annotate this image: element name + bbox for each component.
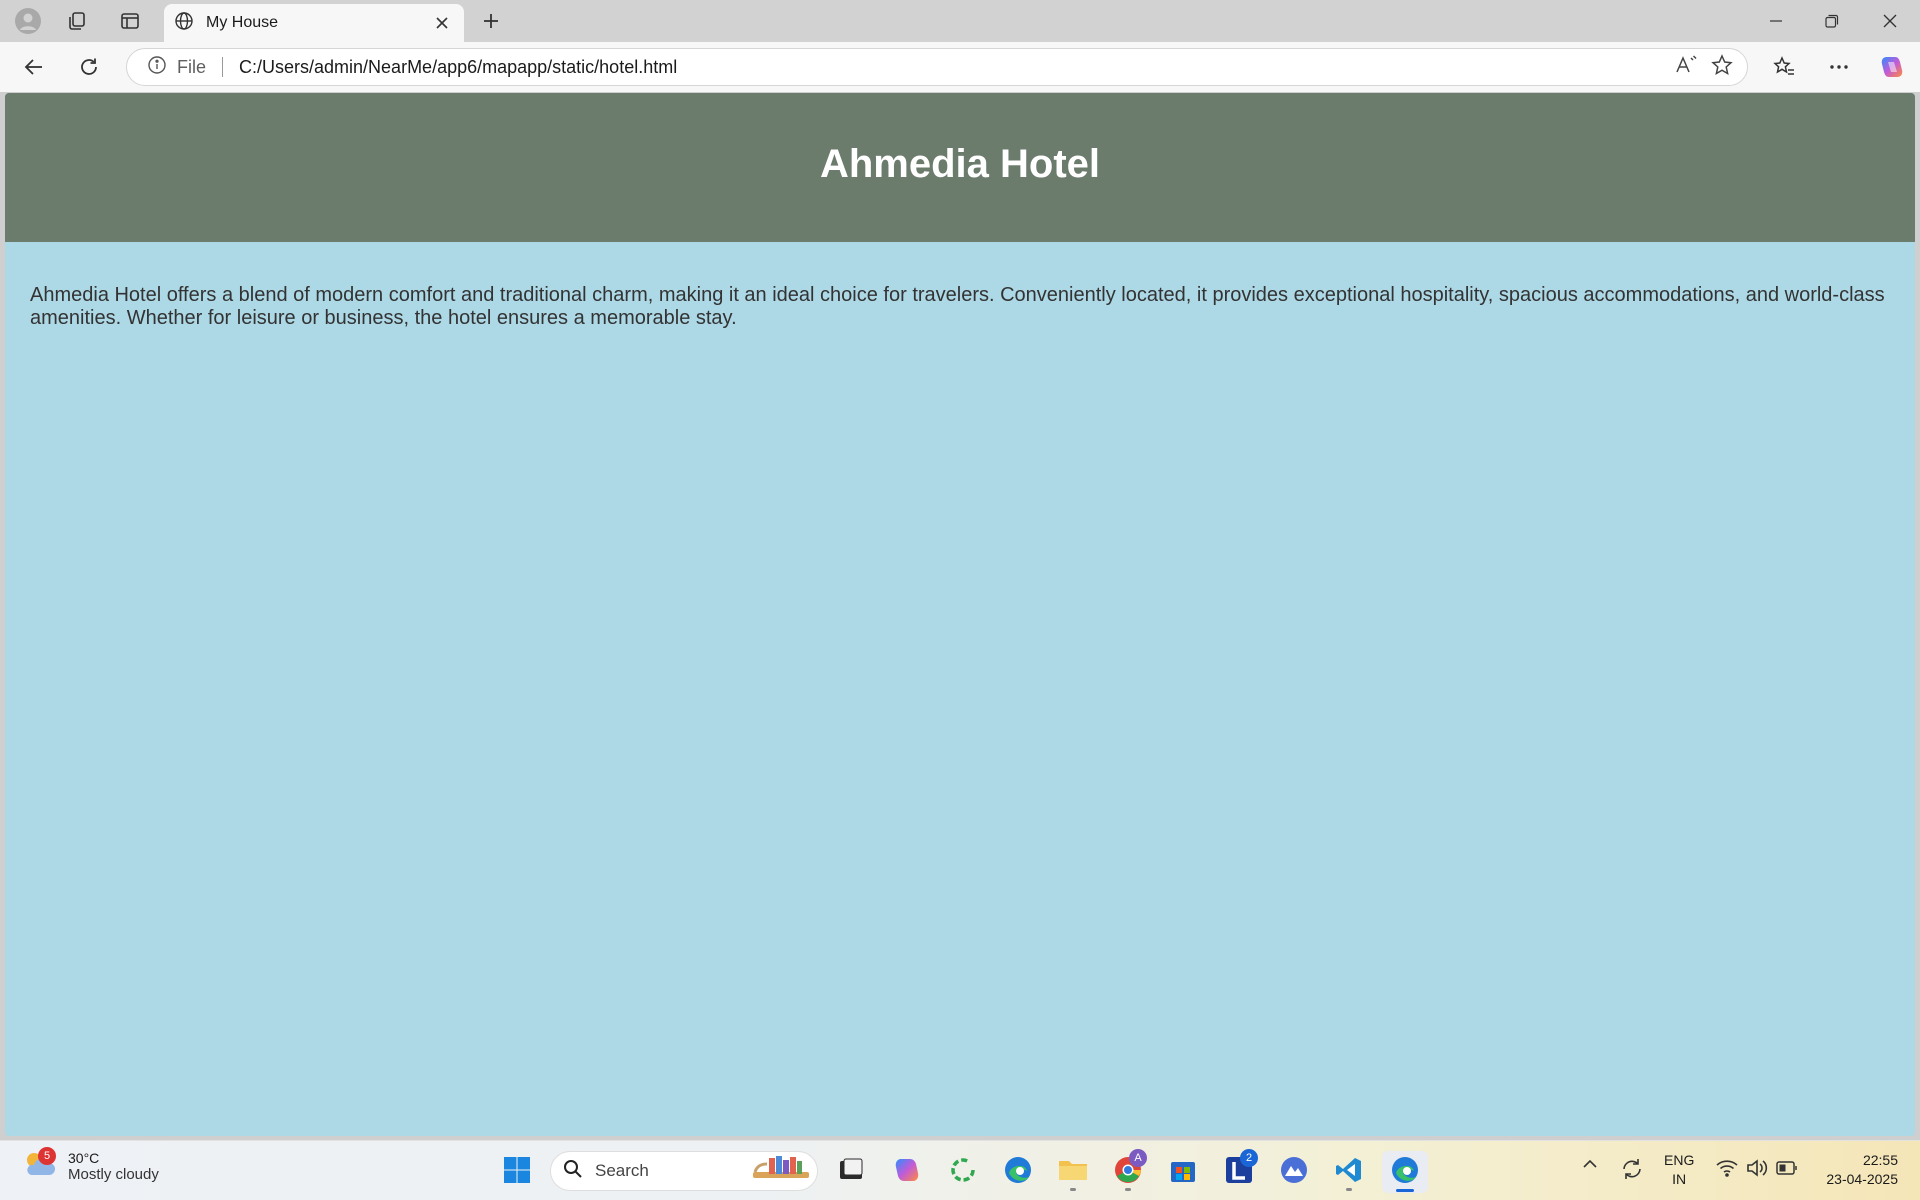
show-hidden-icons-chevron-up-icon[interactable] <box>1582 1159 1598 1169</box>
favorite-star-icon[interactable] <box>1711 53 1733 81</box>
taskbar: 5 30°C Mostly cloudy Search A 2 ENG IN 2… <box>0 1140 1920 1200</box>
favorites-icon[interactable] <box>1766 50 1802 84</box>
close-tab-icon[interactable] <box>430 11 454 35</box>
vscode-icon <box>1334 1155 1364 1190</box>
l-app-badge: 2 <box>1240 1149 1258 1167</box>
workspaces-icon[interactable] <box>57 5 97 37</box>
copilot-app-icon <box>892 1155 922 1190</box>
search-placeholder: Search <box>595 1161 649 1180</box>
file-explorer-app[interactable] <box>1052 1151 1094 1193</box>
edge-icon <box>1003 1155 1033 1190</box>
browser-titlebar: My House <box>0 0 1920 42</box>
sync-icon[interactable] <box>1620 1157 1644 1181</box>
profile-icon[interactable] <box>8 5 48 37</box>
more-options-icon[interactable] <box>1821 50 1857 84</box>
address-separator <box>222 57 224 77</box>
tab-my-house[interactable]: My House <box>164 4 464 42</box>
copilot-icon[interactable] <box>1874 50 1910 84</box>
read-aloud-icon[interactable] <box>1675 54 1697 80</box>
refresh-green-app[interactable] <box>942 1151 984 1193</box>
edge-app[interactable] <box>997 1151 1039 1193</box>
active-indicator <box>1396 1189 1414 1192</box>
language-indicator[interactable]: ENG IN <box>1664 1151 1694 1189</box>
mountain-logo-icon <box>1279 1155 1309 1190</box>
clock-time: 22:55 <box>1862 1152 1898 1168</box>
chrome-profile-badge: A <box>1129 1149 1147 1167</box>
browser-toolbar: File C:/Users/admin/NearMe/app6/mapapp/s… <box>0 42 1920 92</box>
page-header: Ahmedia Hotel <box>5 93 1915 242</box>
language-region: IN <box>1672 1171 1687 1187</box>
restore-button[interactable] <box>1804 0 1860 42</box>
edge-active-app[interactable] <box>1382 1151 1428 1193</box>
page-title: Ahmedia Hotel <box>819 142 1101 186</box>
minimize-button[interactable] <box>1748 0 1804 42</box>
edge-active-icon <box>1390 1155 1420 1190</box>
close-window-button[interactable] <box>1862 0 1918 42</box>
copilot-app[interactable] <box>886 1151 928 1193</box>
running-indicator <box>1125 1188 1131 1191</box>
clock-date: 23-04-2025 <box>1826 1171 1898 1187</box>
task-view-icon <box>837 1156 865 1189</box>
address-file-label: File <box>177 56 207 77</box>
running-indicator <box>1070 1188 1076 1191</box>
green-ring-icon <box>948 1155 978 1190</box>
task-view-app[interactable] <box>830 1151 872 1193</box>
search-icon <box>563 1159 583 1184</box>
page-viewport: Ahmedia Hotel Ahmedia Hotel offers a ble… <box>5 93 1915 1136</box>
vertical-tabs-icon[interactable] <box>110 5 150 37</box>
wifi-icon[interactable] <box>1716 1159 1738 1177</box>
address-bar[interactable]: File C:/Users/admin/NearMe/app6/mapapp/s… <box>126 48 1748 86</box>
weather-temperature: 30°C <box>68 1150 100 1166</box>
globe-icon <box>174 11 194 36</box>
search-highlight-books-icon <box>749 1152 813 1191</box>
new-tab-button[interactable] <box>474 6 508 36</box>
store-app[interactable] <box>1162 1151 1204 1193</box>
language-code: ENG <box>1664 1152 1695 1168</box>
chrome-app[interactable]: A <box>1107 1149 1149 1193</box>
weather-badge: 5 <box>38 1147 56 1165</box>
battery-icon[interactable] <box>1776 1161 1798 1175</box>
system-clock[interactable]: 22:55 23-04-2025 <box>1814 1151 1898 1189</box>
refresh-button[interactable] <box>71 50 107 84</box>
info-icon[interactable] <box>147 55 167 80</box>
folder-icon <box>1057 1156 1089 1189</box>
url-text[interactable]: C:/Users/admin/NearMe/app6/mapapp/static… <box>239 57 1675 78</box>
windows-logo-icon <box>503 1156 531 1189</box>
running-indicator <box>1346 1188 1352 1191</box>
start-button[interactable] <box>496 1151 538 1193</box>
microsoft-store-icon <box>1169 1156 1197 1189</box>
taskbar-search[interactable]: Search <box>550 1151 818 1191</box>
mountain-app[interactable] <box>1273 1151 1315 1193</box>
weather-condition: Mostly cloudy <box>68 1166 159 1183</box>
weather-widget[interactable]: 5 30°C Mostly cloudy <box>22 1147 159 1184</box>
tab-title: My House <box>206 14 279 31</box>
back-button[interactable] <box>16 50 52 84</box>
vscode-app[interactable] <box>1328 1151 1370 1193</box>
hotel-description: Ahmedia Hotel offers a blend of modern c… <box>30 284 1885 329</box>
l-app[interactable]: 2 <box>1218 1149 1260 1193</box>
volume-icon[interactable] <box>1746 1159 1768 1177</box>
